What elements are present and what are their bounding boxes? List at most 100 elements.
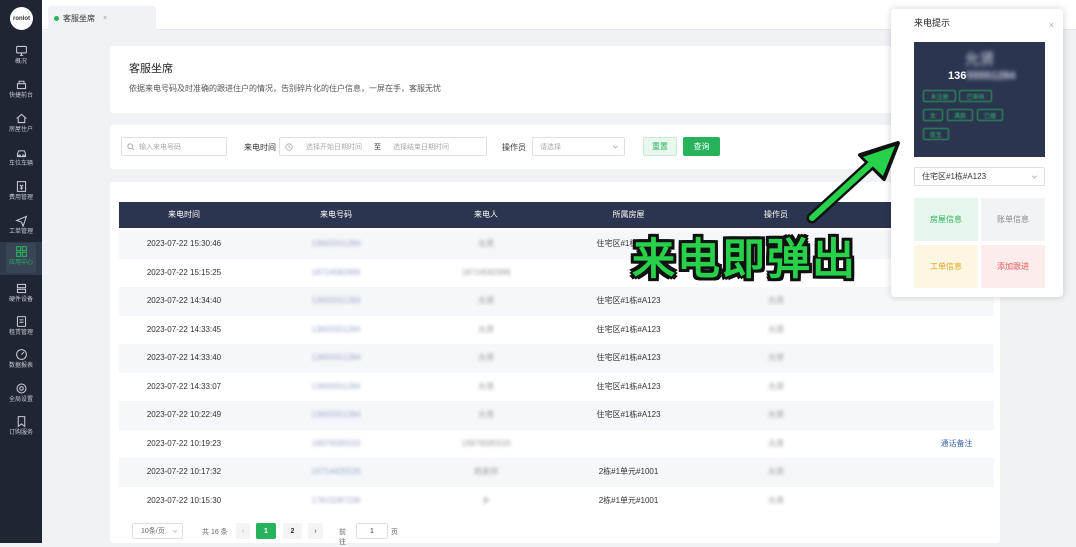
sidebar-item-subscriptions[interactable]: 订购服务 (0, 412, 42, 444)
add-follow-button[interactable]: 添加跟进 (981, 245, 1045, 288)
cell-operator: 允贤 (768, 353, 784, 362)
cell-phone: 13655551284 (311, 324, 361, 334)
document-icon (16, 316, 26, 327)
table-row[interactable]: 2023-07-22 10:15:30 17815287236 乡 2栋#1单元#10… (119, 487, 994, 516)
arrow-annotation-icon (806, 141, 900, 224)
cell-action (919, 487, 994, 516)
cell-caller: 允贤 (478, 410, 494, 419)
cell-house: 住宅区#1栋#A123 (596, 410, 661, 419)
sidebar-item-lease[interactable]: 租赁管理 (0, 312, 42, 344)
house-select[interactable]: 住宅区#1栋#A123 (914, 167, 1045, 186)
cell-caller: 18976585533 (461, 438, 511, 448)
cell-time: 2023-07-22 14:33:07 (146, 381, 222, 391)
table-row[interactable]: 2023-07-22 10:17:32 15714425526 杨家祥 2栋#1单元#… (119, 458, 994, 487)
tab-close-icon[interactable]: × (103, 15, 107, 22)
sidebar-item-label: 快捷前台 (8, 93, 33, 99)
table-row[interactable]: 2023-07-22 10:22:49 13655551284 允贤 住宅区#1栋#A… (119, 401, 994, 430)
page-2-button[interactable]: 2 (283, 523, 302, 539)
house-select-value: 住宅区#1栋#A123 (922, 172, 987, 181)
table-row[interactable]: 2023-07-22 14:34:40 13655551284 允贤 住宅区#1栋#A… (119, 287, 994, 316)
cell-action (919, 401, 994, 430)
cell-house (556, 430, 701, 459)
table-row[interactable]: 2023-07-22 10:19:23 18976585533 1897658553… (119, 430, 994, 459)
chevron-down-icon (172, 530, 178, 533)
table-row[interactable]: 2023-07-22 14:33:07 13655551284 允贤 住宅区#1栋#A… (119, 373, 994, 402)
cell-house: 2栋#1单元#1001 (598, 467, 659, 476)
page-1-button[interactable]: 1 (256, 523, 276, 539)
tag-review: 已审核 (959, 90, 992, 102)
cell-time: 2023-07-22 14:33:45 (146, 324, 222, 334)
sidebar-item-vehicles[interactable]: 车位车辆 (0, 143, 42, 175)
incoming-call-popup: 来电提示 × 允贤 13655551284 未注册 已审核 女 满族 已婚 医生… (891, 9, 1063, 297)
cell-operator: 允贤 (768, 381, 784, 391)
cell-time: 2023-07-22 10:15:30 (146, 495, 222, 505)
call-log-table: 来电时间 来电号码 来电人 所属房屋 操作员 2023-07-22 15:30:… (110, 182, 1000, 546)
table-row[interactable]: 2023-07-22 14:33:40 13655551284 允贤 住宅区#1栋#A… (119, 344, 994, 373)
cell-action (919, 344, 994, 373)
phone-search-input[interactable]: 输入来电号码 (121, 137, 227, 156)
active-dot (54, 15, 59, 21)
query-button[interactable]: 查询 (683, 137, 720, 156)
call-time-range[interactable]: 选择开始日期时间 至 选择结束日期时间 (279, 137, 487, 156)
table-row[interactable]: 2023-07-22 15:30:46 13655551284 允贤 住宅区#1栋#A… (119, 230, 994, 259)
server-icon (16, 283, 26, 294)
cell-action (919, 458, 994, 487)
bill-info-button[interactable]: 账单信息 (981, 198, 1045, 241)
sidebar-item-settings[interactable]: 全局设置 (0, 379, 42, 411)
annotation-text: 来电即弹出 (632, 235, 857, 285)
caller-phone: 13655551284 (948, 70, 1015, 82)
cell-action[interactable]: 通话备注 (919, 430, 994, 459)
sidebar-item-houses[interactable]: 房屋住户 (0, 109, 42, 141)
cell-time: 2023-07-22 10:19:23 (146, 438, 222, 448)
close-icon[interactable]: × (1049, 20, 1054, 30)
desk-icon (16, 80, 26, 90)
sidebar-item-overview[interactable]: 概况 (0, 41, 42, 73)
goto-page-input[interactable]: 1 (356, 523, 388, 539)
sidebar-item-workorders[interactable]: 工单管理 (0, 211, 42, 243)
range-separator: 至 (374, 143, 381, 151)
table-row[interactable]: 2023-07-22 14:33:45 13655551284 允贤 住宅区#1栋#A… (119, 316, 994, 345)
cell-caller: 乡 (482, 495, 490, 505)
popup-title: 来电提示 (914, 18, 951, 28)
sidebar-item-reports[interactable]: 数据报表 (0, 345, 42, 377)
sidebar-item-label: 数据报表 (8, 363, 33, 369)
next-page-button[interactable]: › (308, 523, 323, 539)
prev-page-button[interactable]: ‹ (236, 523, 250, 539)
caller-card: 允贤 13655551284 未注册 已审核 女 满族 已婚 医生 (914, 42, 1045, 157)
cell-operator: 允贤 (768, 438, 784, 448)
gauge-icon (15, 349, 27, 360)
sidebar-item-front-desk[interactable]: 快捷前台 (0, 75, 42, 107)
sidebar-item-label: 应用中心 (8, 260, 33, 266)
house-info-button[interactable]: 房屋信息 (914, 198, 978, 241)
cell-caller: 允贤 (478, 353, 494, 362)
phone-prefix: 136 (948, 70, 967, 82)
cell-phone: 13655551284 (311, 296, 361, 305)
cell-house: 住宅区#1栋#A123 (596, 296, 661, 305)
workorder-info-button[interactable]: 工单信息 (914, 245, 978, 288)
tab-customer-service[interactable]: 客服坐席 × (48, 6, 156, 30)
tag-occupation: 医生 (923, 128, 949, 140)
cell-time: 2023-07-22 10:17:32 (146, 467, 222, 476)
operator-placeholder: 请选择 (540, 143, 561, 151)
reset-button[interactable]: 重置 (643, 137, 677, 156)
cell-caller: 18724582999 (461, 267, 511, 277)
sidebar-item-label: 概况 (14, 59, 27, 65)
sidebar-item-hardware[interactable]: 硬件设备 (0, 279, 42, 311)
cell-caller: 允贤 (478, 239, 494, 248)
col-caller: 来电人 (474, 210, 498, 219)
cell-phone: 13655551284 (311, 239, 361, 248)
col-call-time: 来电时间 (168, 210, 200, 219)
page-size-select[interactable]: 10条/页 (132, 523, 183, 539)
bookmark-icon (17, 416, 25, 428)
sidebar-item-label: 房屋住户 (8, 127, 33, 133)
cell-phone: 18976585533 (311, 438, 361, 448)
operator-select[interactable]: 请选择 (532, 137, 625, 156)
cell-operator: 允贤 (768, 410, 784, 419)
table-row[interactable]: 2023-07-22 15:15:25 18724582999 1872458299… (119, 259, 994, 288)
settings-icon (16, 383, 26, 394)
start-time-placeholder: 选择开始日期时间 (306, 143, 362, 151)
sidebar-item-label: 费用管理 (8, 195, 33, 201)
sidebar-item-app-center[interactable]: 应用中心 (0, 242, 42, 275)
car-icon (16, 150, 26, 158)
sidebar-item-fees[interactable]: 费用管理 (0, 177, 42, 209)
